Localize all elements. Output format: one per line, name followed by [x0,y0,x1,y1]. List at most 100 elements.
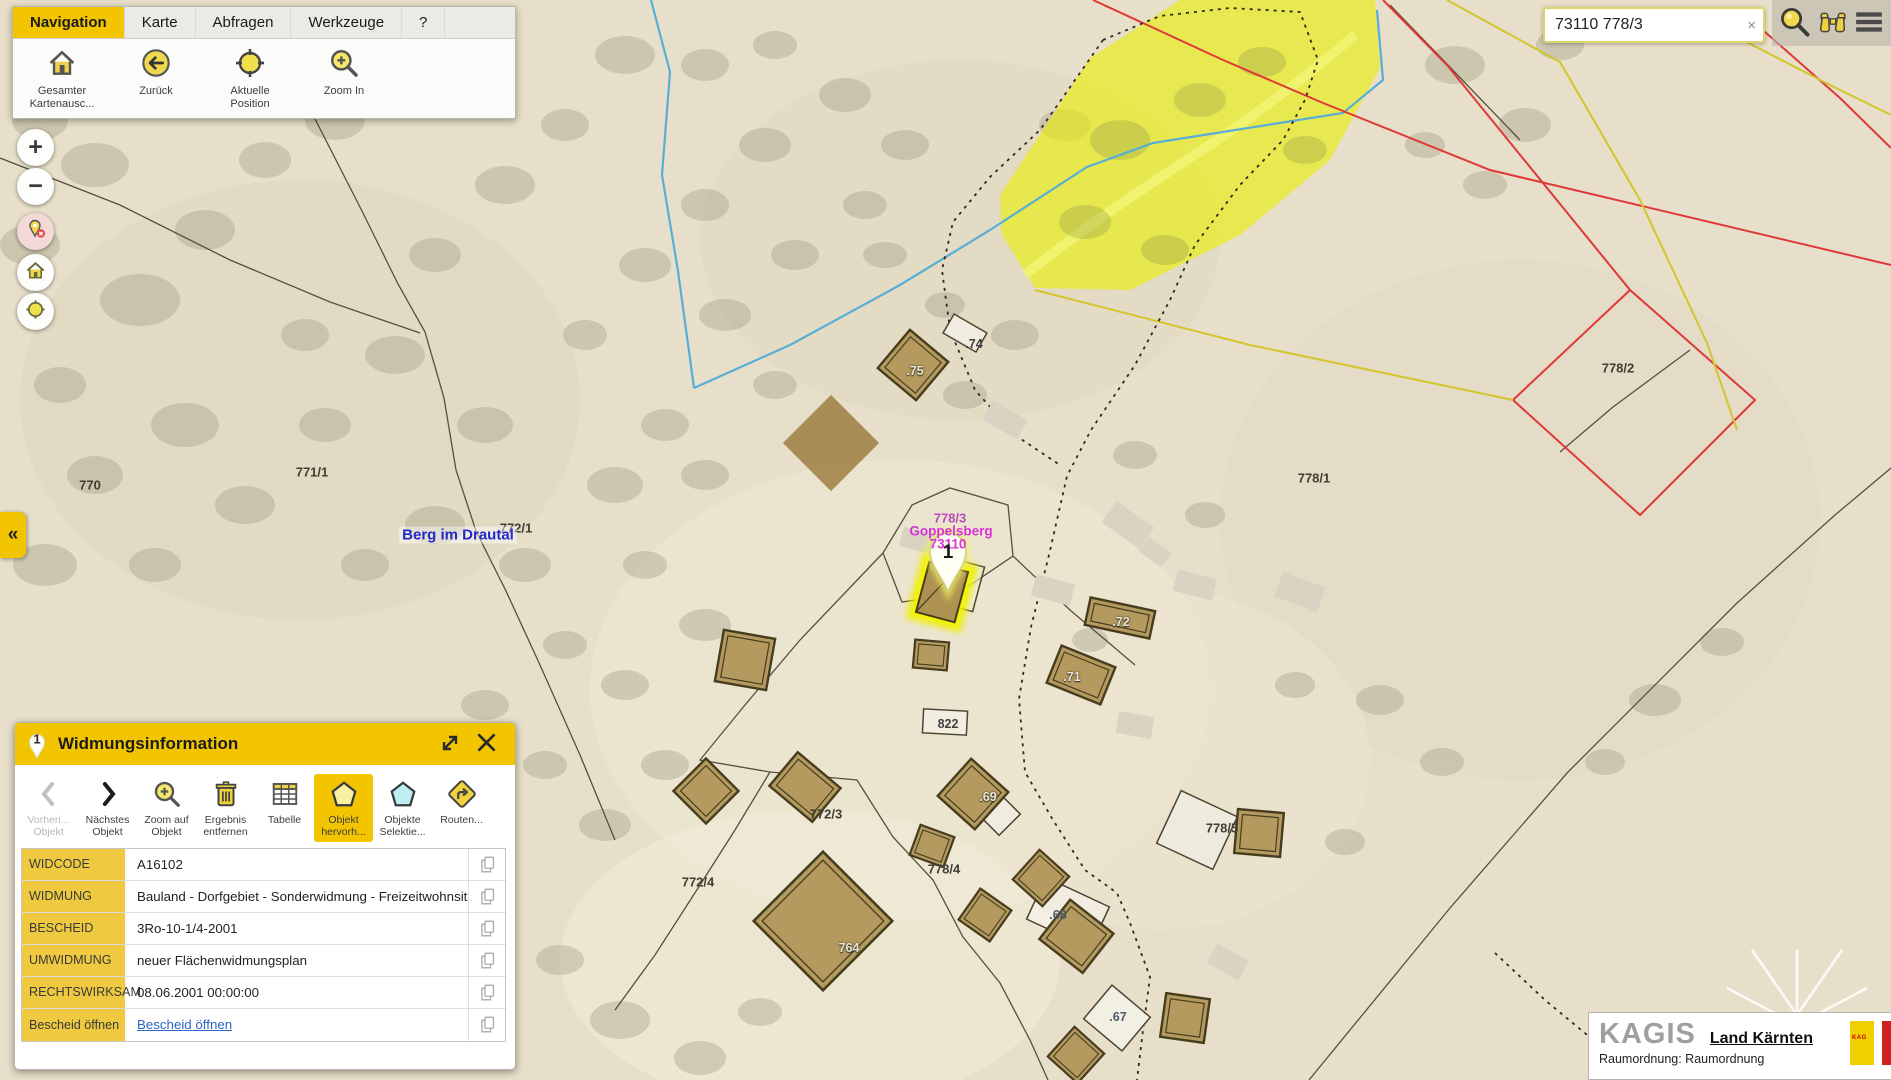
binoculars-icon [1818,7,1848,40]
table-row: WIDCODE A16102 [22,849,505,881]
building-label: .72 [1112,615,1129,629]
info-panel-header[interactable]: 1 Widmungsinformation [15,723,515,765]
table-row: UMWIDMUNG neuer Flächenwidmungsplan [22,945,505,977]
close-icon [474,730,499,758]
trash-icon [211,779,241,812]
routing-button[interactable]: Routen... [432,774,491,829]
map-viewport[interactable]: 770 771/1 772/1 Berg im Drautal .75 .74 … [0,0,1891,1080]
chevron-right-icon [93,779,123,812]
parcel-label: 770 [79,478,101,493]
panel-title: Widmungsinformation [58,734,432,754]
map-zoom-out-button[interactable]: − [17,168,54,205]
tab-navigation[interactable]: Navigation [13,7,125,38]
parcel-label: 778/5 [1206,821,1239,836]
select-objects-button[interactable]: Objekte Selektie... [373,774,432,842]
building-label: .75 [906,364,923,378]
building-label: 764 [839,941,860,955]
previous-object-button[interactable]: Vorheri... Objekt [19,774,78,842]
zoom-to-object-button[interactable]: Zoom auf Objekt [137,774,196,842]
highlight-polygon-icon [329,779,359,812]
menu-button[interactable] [1854,7,1884,40]
row-label: RECHTSWIRKSAM [22,977,125,1008]
row-value: Bauland - Dorfgebiet - Sonderwidmung - F… [125,881,469,912]
home-icon [24,259,47,287]
table-row: RECHTSWIRKSAM 08.06.2001 00:00:00 [22,977,505,1009]
table-view-button[interactable]: Tabelle [255,774,314,829]
search-input[interactable] [1545,16,1740,34]
parcel-label: 778/1 [1298,471,1331,486]
copy-button[interactable] [469,849,505,880]
expand-panel-button[interactable] [432,728,468,761]
row-value: neuer Flächenwidmungsplan [125,945,469,976]
info-panel-toolbar: Vorheri... Objekt Nächstes Objekt Zoom a… [15,765,515,845]
building-label: .71 [1063,670,1080,684]
clear-marker-button[interactable] [17,213,54,250]
next-object-button[interactable]: Nächstes Objekt [78,774,137,842]
parcel-label: 778/4 [928,862,961,877]
chevron-left-icon [34,779,64,812]
attribution-box: KAGIS Land Kärnten Raumordnung: Raumordn… [1588,1012,1891,1080]
home-view-button[interactable] [17,254,54,291]
table-row: BESCHEID 3Ro-10-1/4-2001 [22,913,505,945]
layer-attribution: Raumordnung: Raumordnung [1599,1052,1881,1066]
copy-button[interactable] [469,945,505,976]
parcel-label: 778/2 [1602,361,1635,376]
kaernten-flag-red-stripe [1882,1021,1891,1065]
result-pin-icon: 1 [25,729,49,760]
back-arrow-icon [140,47,172,82]
navigation-toolbar: Gesamter Kartenausc... Zurück Aktuelle P… [13,39,515,118]
remove-result-button[interactable]: Ergebnis entfernen [196,774,255,842]
main-menu-panel: Navigation Karte Abfragen Werkzeuge ? Ge… [12,6,516,119]
building-label: 822 [938,717,959,731]
menu-tab-bar: Navigation Karte Abfragen Werkzeuge ? [13,7,515,39]
copy-button[interactable] [469,881,505,912]
highlight-object-button[interactable]: Objekt hervorh... [314,774,373,842]
close-panel-button[interactable] [468,727,505,761]
open-bescheid-link[interactable]: Bescheid öffnen [137,1017,232,1032]
home-icon [46,47,78,82]
parcel-label: 771/1 [296,465,329,480]
tab-help[interactable]: ? [402,7,445,38]
search-box: × [1543,7,1765,43]
building-label: .74 [965,337,982,351]
select-polygon-icon [388,779,418,812]
copy-button[interactable] [469,977,505,1008]
pin-remove-icon [24,217,48,246]
attribute-table: WIDCODE A16102 WIDMUNG Bauland - Dorfgeb… [21,848,506,1042]
row-label: UMWIDMUNG [22,945,125,976]
search-button[interactable] [1779,6,1811,41]
kaernten-flag-icon: KAG [1850,1021,1874,1065]
tab-abfragen[interactable]: Abfragen [196,7,292,38]
back-button[interactable]: Zurück [111,47,201,111]
table-icon [270,779,300,812]
marker-number: 1 [943,542,954,564]
parcel-label: 772/3 [810,807,843,822]
row-label: Bescheid öffnen [22,1009,125,1041]
full-extent-button[interactable]: Gesamter Kartenausc... [17,47,107,111]
zoom-in-icon [328,47,360,82]
expand-icon [438,731,462,758]
building-label: .68 [1049,908,1066,922]
row-value: A16102 [125,849,469,880]
copy-button[interactable] [469,1009,505,1041]
locate-me-button[interactable] [17,293,54,330]
clear-search-icon[interactable]: × [1740,17,1763,34]
route-sign-icon [447,779,477,812]
kagis-logo-text: KAGIS [1599,1018,1696,1051]
search-icon-strip [1772,0,1891,46]
sidebar-collapse-tab[interactable]: « [0,512,26,558]
zoom-in-tool-button[interactable]: Zoom In [299,47,389,111]
overview-search-button[interactable] [1818,7,1848,40]
land-kaernten-link[interactable]: Land Kärnten [1710,1030,1813,1048]
building-label: .67 [1109,1010,1126,1024]
tab-werkzeuge[interactable]: Werkzeuge [291,7,402,38]
table-row: Bescheid öffnen Bescheid öffnen [22,1009,505,1041]
hamburger-icon [1854,7,1884,40]
copy-button[interactable] [469,913,505,944]
current-position-button[interactable]: Aktuelle Position [205,47,295,111]
search-icon [1779,6,1811,41]
map-zoom-in-button[interactable]: + [17,129,54,166]
building-label: .69 [979,790,996,804]
parcel-label: 772/4 [682,875,715,890]
tab-karte[interactable]: Karte [125,7,196,38]
